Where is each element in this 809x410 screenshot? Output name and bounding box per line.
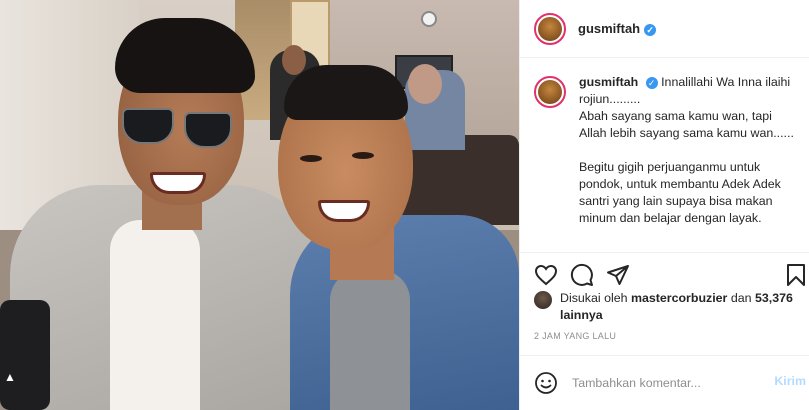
person-left-shirt [110, 220, 200, 410]
emoji-icon[interactable] [534, 371, 558, 395]
caption-text: gusmiftah ✓ Innalillahi Wa Inna ilaihi r… [579, 74, 796, 227]
liker-username[interactable]: mastercorbuzier [631, 291, 727, 305]
person-right-hair [284, 65, 408, 120]
foreground-object [0, 300, 50, 410]
verified-badge-icon: ✓ [644, 23, 657, 36]
caption-avatar[interactable] [534, 76, 566, 108]
post-comment-button[interactable]: Kirim [774, 374, 806, 388]
comment-input[interactable] [572, 376, 752, 390]
background-person-head [282, 45, 306, 75]
verified-badge-icon: ✓ [645, 76, 658, 89]
comment-box: Kirim [520, 355, 809, 410]
avatar[interactable] [534, 12, 566, 45]
likes-text: Disukai oleh mastercorbuzier dan 53,376 … [534, 290, 804, 324]
action-bar [520, 252, 809, 292]
avatar-image [538, 80, 562, 104]
caption-row: gusmiftah ✓ Innalillahi Wa Inna ilaihi r… [520, 59, 809, 227]
header-username[interactable]: gusmiftah ✓ [578, 21, 657, 36]
tag-icon[interactable]: ▲ [3, 370, 17, 384]
likes-and: dan [730, 291, 752, 305]
share-icon[interactable] [606, 263, 630, 287]
caption-username[interactable]: gusmiftah [579, 75, 638, 89]
wall-clock [421, 11, 437, 27]
liker-avatar[interactable] [534, 291, 552, 309]
header-username-text[interactable]: gusmiftah [578, 21, 640, 36]
caption-area[interactable]: gusmiftah ✓ Innalillahi Wa Inna ilaihi r… [520, 59, 809, 251]
bookmark-icon[interactable] [784, 263, 808, 287]
comment-icon[interactable] [570, 263, 594, 287]
post-timestamp[interactable]: 2 JAM YANG LALU [534, 331, 616, 341]
post-side-panel: gusmiftah ✓ gusmiftah ✓ Innalillahi Wa In… [519, 0, 809, 410]
sunglasses-right-lens [184, 112, 232, 148]
person-left-hair [115, 18, 255, 93]
likes-summary: Disukai oleh mastercorbuzier dan 53,376 … [534, 290, 804, 324]
post-photo[interactable]: ▲ [0, 0, 519, 410]
background-person-right-head [408, 64, 442, 104]
caption-paragraph-2: Begitu gigih perjuanganmu untuk pondok, … [579, 160, 781, 225]
heart-icon[interactable] [534, 263, 558, 287]
likes-prefix: Disukai oleh [560, 291, 628, 305]
avatar-image [538, 16, 562, 41]
caption-line-2: Abah sayang sama kamu wan, tapi Allah le… [579, 109, 794, 140]
person-right-eye-left [300, 155, 322, 162]
post-header: gusmiftah ✓ [520, 0, 809, 58]
caption-line-1: gusmiftah ✓ Innalillahi Wa Inna ilaihi r… [579, 74, 796, 108]
person-right-eye-right [352, 152, 374, 159]
sunglasses-left-lens [122, 108, 174, 144]
person-right-shirt [330, 270, 410, 410]
